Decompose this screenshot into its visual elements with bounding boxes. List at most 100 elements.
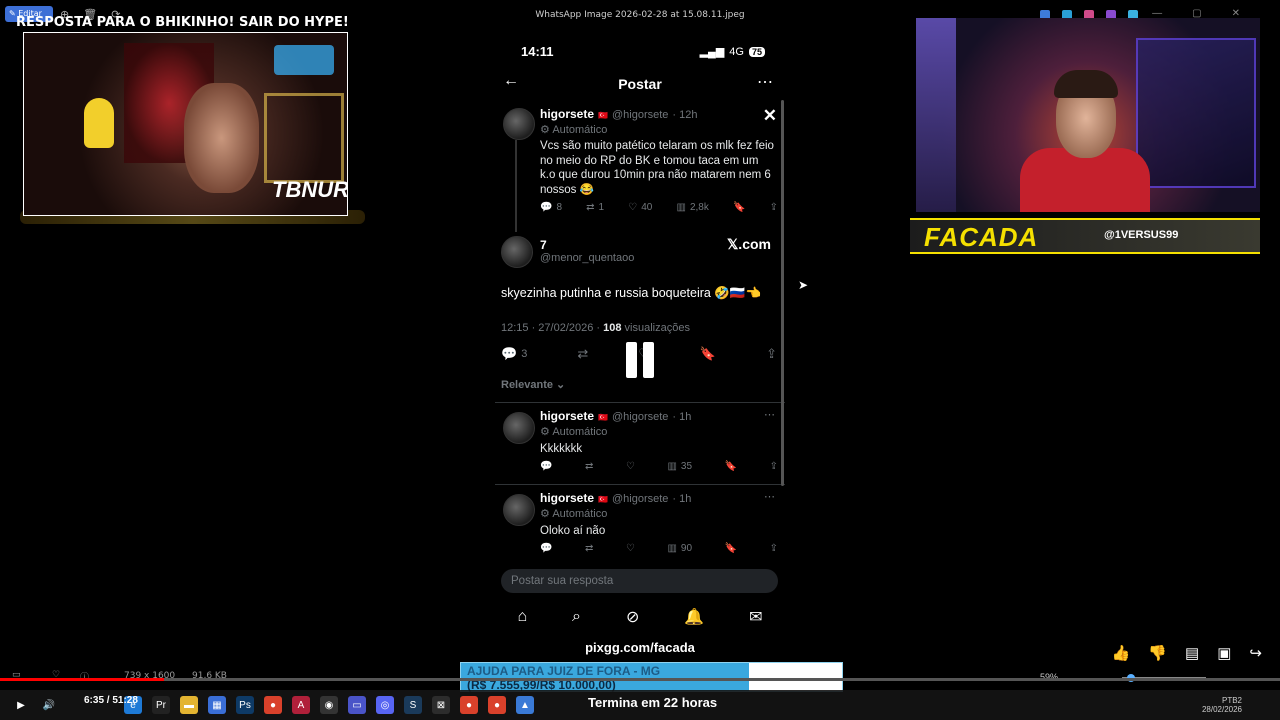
user-handle[interactable]: @higorsete [612, 109, 668, 121]
avatar[interactable] [501, 236, 533, 268]
grok-icon[interactable]: ⊘ [626, 607, 639, 627]
chrome-icon[interactable]: ● [460, 696, 478, 714]
notifications-icon[interactable]: 🔔 [684, 607, 704, 627]
search-icon[interactable]: ⌕ [572, 608, 581, 626]
photoshop-icon[interactable]: Ps [236, 696, 254, 714]
share-icon[interactable]: ⇪ [770, 461, 778, 472]
bottom-tab-bar: ⌂ ⌕ ⊘ 🔔 ✉ [495, 602, 785, 632]
reply-count: 8 [556, 202, 563, 213]
views-button[interactable]: ▥ 90 [667, 543, 692, 554]
repost-icon[interactable]: ⇄ [585, 543, 593, 554]
mouse-cursor-icon: ➤ [798, 278, 809, 292]
x-logo-icon: ✕ [762, 106, 777, 125]
repost-icon[interactable]: ⇄ [577, 346, 588, 362]
like-icon[interactable]: ♡ [626, 543, 635, 554]
more-icon[interactable]: ⋯ [764, 408, 775, 421]
views-count: 2,8k [689, 202, 709, 213]
like-button[interactable]: ♡ 40 [628, 202, 652, 213]
user-name[interactable]: higorsete [540, 107, 594, 121]
user-name[interactable]: higorsete [540, 409, 594, 423]
reply-actions: 💬 ⇄ ♡ ▥ 35 🔖 ⇪ [540, 461, 778, 472]
user-handle[interactable]: @higorsete [612, 411, 668, 423]
views-button[interactable]: ▥ 2,8k [676, 202, 708, 213]
repost-icon[interactable]: ⇄ [585, 461, 593, 472]
divider [495, 484, 785, 485]
app-icon[interactable]: ⊠ [432, 696, 450, 714]
play-icon[interactable]: ▶ [12, 696, 30, 714]
bookmark-icon[interactable]: 🔖 [733, 202, 745, 213]
more-icon[interactable]: ⋯ [757, 72, 773, 92]
like-icon[interactable]: ♡ [626, 461, 635, 472]
chat-icon[interactable]: ▣ [1217, 644, 1231, 662]
scrollbar[interactable] [781, 100, 784, 486]
views-label: visualizações [621, 322, 690, 334]
avatar[interactable] [503, 494, 535, 526]
user-name[interactable]: 7 [540, 238, 547, 252]
user-handle[interactable]: @higorsete [612, 493, 668, 505]
store-icon[interactable]: ▦ [208, 696, 226, 714]
avatar[interactable] [503, 108, 535, 140]
reply-icon: 💬 [501, 346, 518, 361]
dislike-icon[interactable]: 👎 [1148, 644, 1167, 662]
messages-icon[interactable]: ✉ [749, 607, 762, 627]
app-icon[interactable]: ▭ [348, 696, 366, 714]
reply-icon[interactable]: 💬 [540, 543, 552, 554]
reply-button[interactable]: 💬 3 [501, 346, 527, 362]
share-icon[interactable]: ⇪ [770, 543, 778, 554]
video-actions: 👍 👎 ▤ ▣ ↪ [1112, 644, 1262, 662]
chrome-icon[interactable]: ● [488, 696, 506, 714]
tray-date: 28/02/2026 [1201, 705, 1242, 714]
bookmark-icon[interactable]: 🔖 [725, 543, 737, 554]
automated-text: Automático [552, 508, 608, 520]
user-handle[interactable]: @menor_quentaoo [540, 252, 634, 264]
reply-input[interactable]: Postar sua resposta [501, 569, 778, 593]
reply-icon[interactable]: 💬 [540, 461, 552, 472]
system-tray: PTB2 28/02/2026 [1202, 696, 1242, 714]
app-icon[interactable]: A [292, 696, 310, 714]
banner-name: FACADA [924, 222, 1039, 252]
folder-icon[interactable]: ▬ [180, 696, 198, 714]
reply-button[interactable]: 💬 8 [540, 202, 562, 213]
home-icon[interactable]: ⌂ [517, 608, 527, 626]
signal-icon: ▂▄▆ [699, 46, 725, 58]
repost-icon: ⇄ [586, 202, 595, 213]
steam-icon[interactable]: S [404, 696, 422, 714]
comment-icon[interactable]: ▤ [1185, 644, 1199, 662]
share-icon[interactable]: ⇪ [770, 202, 778, 213]
share-icon[interactable]: ⇪ [766, 346, 777, 362]
flag-icon: 🇹🇷 [598, 111, 608, 120]
premiere-icon[interactable]: Pr [152, 696, 170, 714]
post-meta: 12:15 · 27/02/2026 · 108 visualizações [501, 322, 690, 334]
automated-label: ⚙ Automático [540, 508, 608, 520]
share-icon[interactable]: ↪ [1249, 644, 1262, 662]
views-button[interactable]: ▥ 35 [667, 461, 692, 472]
info-icon[interactable]: ⓘ [80, 670, 89, 683]
bookmark-icon[interactable]: 🔖 [700, 346, 716, 362]
user-name[interactable]: higorsete [540, 491, 594, 505]
webcam-left: TBNURS [23, 32, 348, 216]
more-icon[interactable]: ⋯ [764, 490, 775, 503]
reply-header: higorsete 🇹🇷 @higorsete · 1h [540, 409, 691, 423]
streamer-hair [1054, 70, 1118, 98]
sort-dropdown[interactable]: Relevante ⌄ [501, 378, 565, 391]
chrome-icon[interactable]: ● [264, 696, 282, 714]
like-icon[interactable]: 👍 [1112, 644, 1131, 662]
tray-lang: PTB2 [1221, 696, 1242, 705]
photos-icon[interactable]: ▲ [516, 696, 534, 714]
reply-actions: 💬 ⇄ ♡ ▥ 90 🔖 ⇪ [540, 543, 778, 554]
post-text: Vcs são muito patético telaram os mlk fe… [540, 140, 774, 196]
video-progress-track[interactable] [0, 678, 1280, 681]
background-light [274, 45, 334, 75]
repost-button[interactable]: ⇄ 1 [586, 202, 604, 213]
bookmark-icon[interactable]: 🔖 [725, 461, 737, 472]
avatar[interactable] [503, 412, 535, 444]
obs-icon[interactable]: ◉ [320, 696, 338, 714]
xcom-badge: 𝕏.com [727, 236, 771, 252]
divider [495, 402, 785, 403]
views-count: 90 [680, 543, 693, 554]
volume-icon[interactable]: 🔊 [40, 696, 58, 714]
discord-icon[interactable]: ◎ [376, 696, 394, 714]
neon-sign [264, 93, 344, 183]
pause-icon[interactable] [626, 342, 654, 378]
post-navbar: ← Postar ⋯ [495, 68, 785, 98]
